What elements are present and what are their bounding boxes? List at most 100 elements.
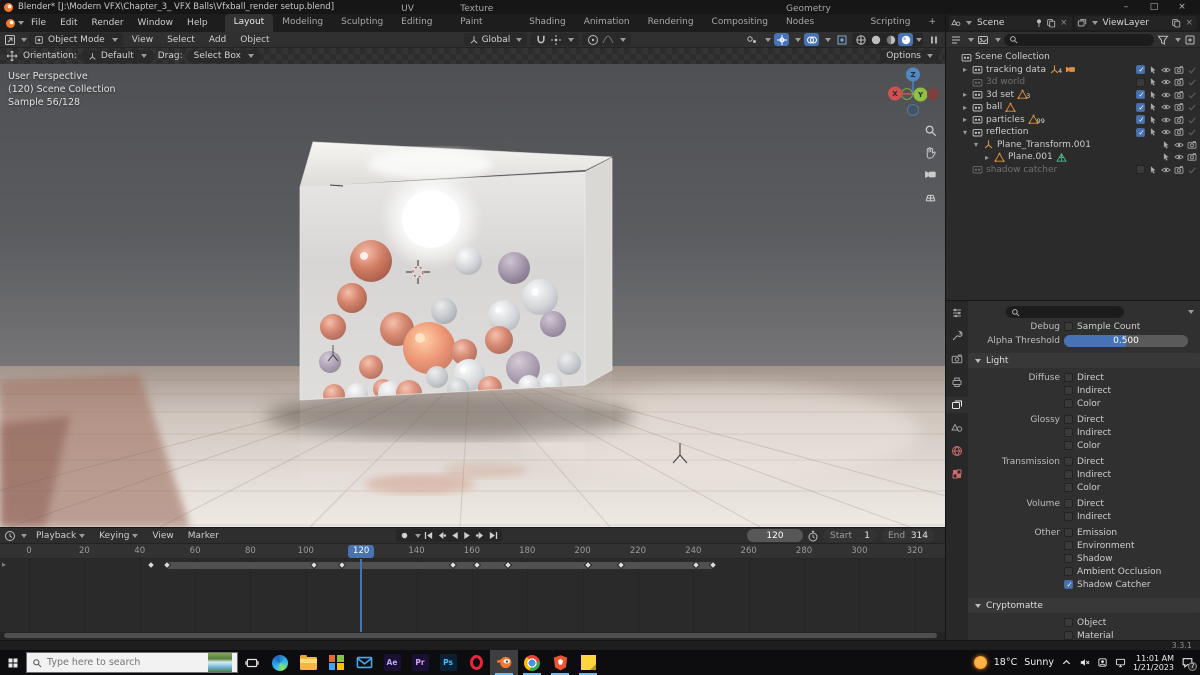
timeline-menu-view[interactable]: View bbox=[145, 531, 180, 541]
new-layer-icon[interactable] bbox=[1171, 18, 1181, 28]
close-button[interactable]: × bbox=[1168, 0, 1196, 14]
taskbar-app-blender[interactable] bbox=[490, 650, 518, 675]
timeline-keyframe-area[interactable]: ▸ bbox=[0, 559, 945, 632]
disable-render-toggle-icon[interactable] bbox=[1174, 115, 1184, 125]
tab-shading[interactable]: Shading bbox=[520, 14, 575, 32]
shading-rendered-button[interactable] bbox=[898, 33, 913, 46]
hide-viewport-toggle-icon[interactable] bbox=[1174, 152, 1184, 162]
xray-toggle[interactable] bbox=[834, 33, 849, 46]
options-button[interactable]: Options bbox=[880, 50, 939, 63]
orientation-setting-dropdown[interactable]: Default bbox=[82, 50, 153, 63]
tab-geometry-nodes[interactable]: Geometry Nodes bbox=[777, 1, 861, 32]
properties-tab-tool[interactable] bbox=[946, 328, 968, 344]
taskbar-app-taskview[interactable] bbox=[238, 650, 266, 675]
disable-render-toggle-icon[interactable] bbox=[1174, 90, 1184, 100]
timeline-scrollbar[interactable] bbox=[0, 632, 945, 640]
taskbar-app-opera[interactable] bbox=[462, 650, 490, 675]
outliner-row-scene-collection[interactable]: Scene Collection bbox=[946, 51, 1200, 64]
render-visibility-icon[interactable] bbox=[1187, 102, 1197, 112]
selectable-toggle-icon[interactable] bbox=[1148, 102, 1158, 112]
navigation-gizmo[interactable]: Z X Y bbox=[885, 60, 941, 116]
hide-viewport-toggle-icon[interactable] bbox=[1161, 65, 1171, 75]
layer-checkbox[interactable] bbox=[1136, 78, 1145, 87]
disable-render-toggle-icon[interactable] bbox=[1187, 140, 1197, 150]
outliner-row-tracking-data[interactable]: ▸tracking data4 bbox=[946, 64, 1200, 77]
pin-icon[interactable] bbox=[1034, 18, 1044, 28]
weather-condition[interactable]: Sunny bbox=[1024, 657, 1054, 668]
outliner-row-reflection[interactable]: ▾reflection bbox=[946, 126, 1200, 139]
timeline-ruler[interactable]: 0204060801001401601802002202402602803003… bbox=[0, 544, 945, 559]
orientation-dropdown[interactable]: Global bbox=[464, 33, 528, 46]
properties-tab-scene[interactable] bbox=[946, 420, 968, 436]
checkbox-shadow[interactable] bbox=[1064, 554, 1073, 563]
play-button[interactable] bbox=[462, 530, 473, 541]
checkbox-object[interactable] bbox=[1064, 618, 1073, 627]
disable-render-toggle-icon[interactable] bbox=[1174, 77, 1184, 87]
selectable-toggle-icon[interactable] bbox=[1148, 127, 1158, 137]
render-visibility-icon[interactable] bbox=[1187, 165, 1197, 175]
taskbar-app-edge[interactable] bbox=[266, 650, 294, 675]
stopwatch-icon[interactable] bbox=[807, 530, 819, 542]
selectable-toggle-icon[interactable] bbox=[1148, 165, 1158, 175]
keyframe-diamond[interactable] bbox=[147, 561, 155, 569]
viewport-menu-view[interactable]: View bbox=[125, 31, 160, 49]
pan-tool-icon[interactable] bbox=[924, 146, 937, 159]
taskbar-search-input[interactable] bbox=[47, 657, 203, 668]
volume-muted-icon[interactable] bbox=[1079, 657, 1090, 668]
checkbox-direct[interactable] bbox=[1064, 457, 1073, 466]
render-visibility-icon[interactable] bbox=[1187, 77, 1197, 87]
outliner-row-3d-world[interactable]: 3d world bbox=[946, 76, 1200, 89]
disable-render-toggle-icon[interactable] bbox=[1174, 102, 1184, 112]
frame-start-field[interactable]: Start1 bbox=[823, 529, 877, 542]
frame-end-field[interactable]: End314 bbox=[881, 529, 935, 542]
drag-setting-dropdown[interactable]: Select Box bbox=[188, 50, 260, 63]
hide-viewport-toggle-icon[interactable] bbox=[1161, 90, 1171, 100]
properties-tab-render[interactable] bbox=[946, 351, 968, 367]
layer-checkbox[interactable] bbox=[1136, 128, 1145, 137]
selectable-toggle-icon[interactable] bbox=[1148, 77, 1158, 87]
maximize-button[interactable]: □ bbox=[1140, 0, 1168, 14]
outliner-row-plane-001[interactable]: ▸Plane.001 bbox=[946, 151, 1200, 164]
layer-checkbox[interactable] bbox=[1136, 115, 1145, 124]
render-visibility-icon[interactable] bbox=[1187, 115, 1197, 125]
properties-tab-view-layer[interactable] bbox=[946, 397, 968, 413]
layer-checkbox[interactable] bbox=[1136, 65, 1145, 74]
outliner-row-shadow-catcher[interactable]: shadow catcher bbox=[946, 164, 1200, 177]
taskbar-app-mail[interactable] bbox=[350, 650, 378, 675]
tab-sculpting[interactable]: Sculpting bbox=[332, 14, 392, 32]
taskbar-app-chrome[interactable] bbox=[518, 650, 546, 675]
hide-viewport-toggle-icon[interactable] bbox=[1161, 77, 1171, 87]
jump-to-start-button[interactable] bbox=[423, 530, 434, 541]
notification-center-button[interactable]: 7 bbox=[1181, 656, 1194, 669]
playhead-line[interactable] bbox=[360, 559, 362, 632]
tab-uv-editing[interactable]: UV Editing bbox=[392, 1, 451, 32]
viewport-3d[interactable]: Orientation: Default Drag: Select Box Op… bbox=[0, 48, 945, 527]
search-highlight-image[interactable] bbox=[208, 653, 232, 672]
shading-solid-button[interactable] bbox=[868, 33, 883, 46]
checkbox-shadow-catcher[interactable] bbox=[1064, 580, 1073, 589]
section-header-light[interactable]: Light bbox=[968, 353, 1200, 368]
editor-type-icon[interactable] bbox=[4, 34, 16, 46]
checkbox-indirect[interactable] bbox=[1064, 386, 1073, 395]
timeline-menu-playback[interactable]: Playback bbox=[29, 531, 92, 541]
menu-help[interactable]: Help bbox=[180, 18, 215, 28]
rendered-scene[interactable] bbox=[0, 64, 945, 527]
render-visibility-icon[interactable] bbox=[1187, 90, 1197, 100]
menu-edit[interactable]: Edit bbox=[53, 18, 84, 28]
keyframe-band[interactable] bbox=[167, 562, 712, 569]
timeline-editor-type-icon[interactable] bbox=[4, 530, 16, 542]
ortho-grid-tool-icon[interactable] bbox=[924, 190, 937, 203]
checkbox-sample-count[interactable] bbox=[1064, 322, 1073, 331]
mode-dropdown[interactable]: Object Mode bbox=[29, 33, 123, 46]
hide-viewport-toggle-icon[interactable] bbox=[1161, 127, 1171, 137]
menu-render[interactable]: Render bbox=[85, 18, 131, 28]
tab-scripting[interactable]: Scripting bbox=[861, 14, 919, 32]
render-visibility-icon[interactable] bbox=[1187, 65, 1197, 75]
hide-viewport-toggle-icon[interactable] bbox=[1174, 140, 1184, 150]
checkbox-indirect[interactable] bbox=[1064, 470, 1073, 479]
previous-keyframe-button[interactable] bbox=[436, 530, 447, 541]
taskbar-app-store[interactable] bbox=[322, 650, 350, 675]
current-frame-field[interactable]: 120 bbox=[747, 529, 803, 542]
taskbar-app-ps[interactable]: Ps bbox=[434, 650, 462, 675]
tab-layout[interactable]: Layout bbox=[225, 14, 274, 32]
